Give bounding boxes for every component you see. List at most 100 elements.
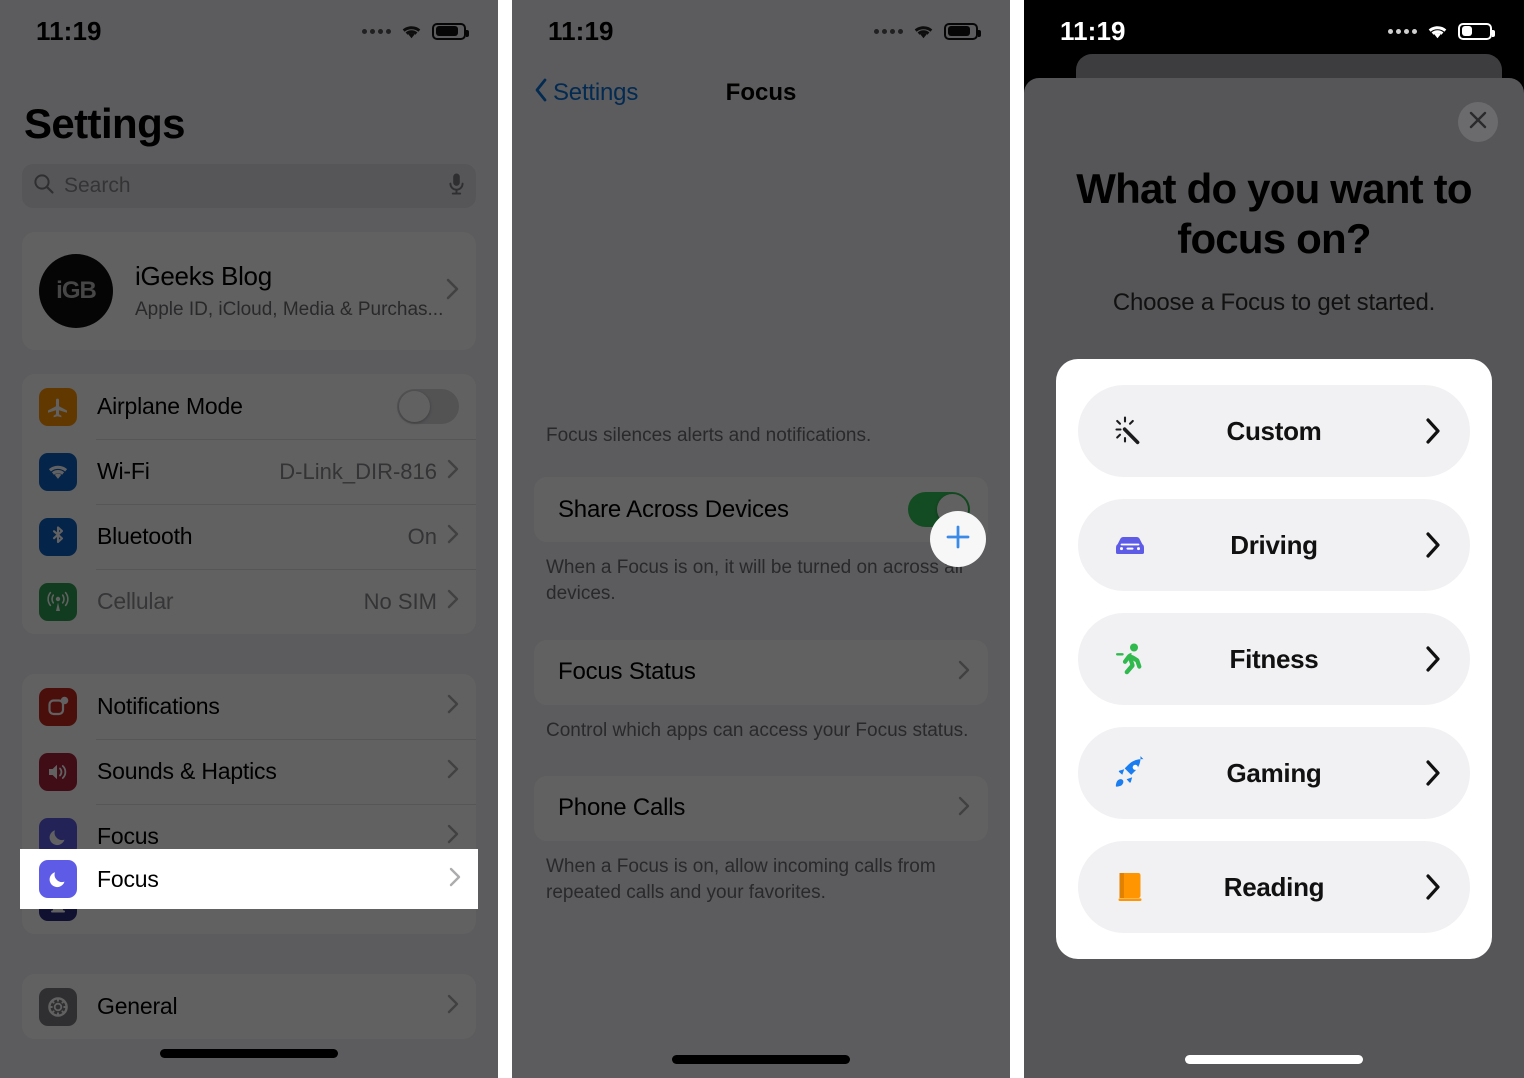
focus-status-row[interactable]: Focus Status <box>534 640 988 705</box>
status-bar-panel3: 11:19 <box>1024 0 1524 62</box>
sidebar-item-label: Airplane Mode <box>97 393 243 419</box>
phone-calls-row[interactable]: Phone Calls <box>534 776 988 841</box>
sidebar-item-label: Notifications <box>97 693 220 719</box>
highlighted-focus-row[interactable]: Focus <box>20 849 478 909</box>
home-indicator-panel2 <box>672 1055 850 1064</box>
chevron-right-icon <box>447 759 459 784</box>
chevron-right-icon <box>1394 531 1442 559</box>
gear-icon <box>39 987 77 1026</box>
focus-option-driving[interactable]: Driving <box>1078 499 1470 592</box>
settings-group-general: General <box>22 974 476 1039</box>
notifications-icon <box>39 687 77 726</box>
wifi-icon <box>912 23 935 40</box>
sidebar-item-general[interactable]: General <box>22 974 476 1039</box>
account-name: iGeeks Blog <box>135 261 272 291</box>
phone-calls-footer: When a Focus is on, allow incoming calls… <box>546 855 936 904</box>
sounds-icon <box>39 752 77 791</box>
share-across-devices-card: Share Across Devices <box>534 477 988 543</box>
car-icon <box>1106 532 1154 558</box>
status-bar-indicators <box>874 22 981 40</box>
cellular-icon <box>39 582 77 621</box>
sidebar-item-label: Sounds & Haptics <box>97 758 277 784</box>
search-icon <box>33 173 55 200</box>
moon-icon <box>39 860 77 898</box>
focus-option-label: Gaming <box>1226 757 1322 788</box>
chevron-right-icon <box>447 524 459 549</box>
sidebar-item-label: General <box>97 993 178 1019</box>
chevron-right-icon <box>447 589 459 614</box>
chevron-right-icon <box>449 867 461 892</box>
chevron-right-icon <box>447 994 459 1019</box>
close-button[interactable] <box>1458 102 1498 142</box>
sidebar-item-airplane-mode[interactable]: Airplane Mode <box>22 374 476 439</box>
wifi-value: D-Link_DIR-816 <box>279 458 437 484</box>
sidebar-item-label: Cellular <box>97 588 174 614</box>
focus-options-card: Custom Driving Fitness Gaming Reading <box>1056 359 1492 960</box>
search-placeholder: Search <box>64 174 131 197</box>
cellular-value: No SIM <box>363 588 437 614</box>
sidebar-item-notifications[interactable]: Notifications <box>22 674 476 739</box>
airplane-icon <box>39 387 77 426</box>
sidebar-item-label: Wi-Fi <box>97 458 150 484</box>
focus-option-custom[interactable]: Custom <box>1078 385 1470 478</box>
apple-id-row[interactable]: iGB iGeeks Blog Apple ID, iCloud, Media … <box>22 232 476 350</box>
focus-option-gaming[interactable]: Gaming <box>1078 727 1470 820</box>
signal-dots-icon <box>1388 28 1417 34</box>
sidebar-item-cellular[interactable]: Cellular No SIM <box>22 569 476 634</box>
status-bar-time: 11:19 <box>1060 15 1126 46</box>
microphone-icon[interactable] <box>448 172 465 201</box>
chevron-right-icon <box>1394 417 1442 445</box>
add-focus-button[interactable] <box>930 511 986 567</box>
wifi-icon <box>39 452 77 491</box>
chevron-right-icon <box>447 459 459 484</box>
sheet-subtitle: Choose a Focus to get started. <box>1112 289 1436 317</box>
rocket-icon <box>1106 756 1154 790</box>
account-card[interactable]: iGB iGeeks Blog Apple ID, iCloud, Media … <box>22 232 476 350</box>
chevron-right-icon <box>958 660 970 685</box>
sidebar-item-label: Focus <box>97 823 159 849</box>
sidebar-item-bluetooth[interactable]: Bluetooth On <box>22 504 476 569</box>
signal-dots-icon <box>362 28 391 34</box>
avatar: iGB <box>39 254 113 328</box>
running-person-icon <box>1106 642 1154 676</box>
focus-chooser-sheet: What do you want to focus on? Choose a F… <box>1024 78 1524 1078</box>
panel-focus-chooser-modal: 11:19 What do you want to focus on? Choo… <box>1024 0 1524 1078</box>
chevron-right-icon <box>1394 645 1442 673</box>
battery-icon <box>1458 22 1495 40</box>
account-subtitle: Apple ID, iCloud, Media & Purchas... <box>135 299 444 320</box>
home-indicator-panel1 <box>160 1049 338 1058</box>
phone-calls-label: Phone Calls <box>558 794 686 822</box>
share-across-devices-row[interactable]: Share Across Devices <box>534 477 988 542</box>
status-bar-panel1: 11:19 <box>0 0 498 62</box>
chevron-right-icon <box>1394 873 1442 901</box>
panel-divider-2 <box>1010 0 1024 1078</box>
wifi-icon <box>1426 23 1449 40</box>
search-input[interactable]: Search <box>22 164 476 208</box>
sidebar-item-focus[interactable]: Focus <box>20 849 478 909</box>
bluetooth-value: On <box>407 523 437 549</box>
sidebar-item-sounds-haptics[interactable]: Sounds & Haptics <box>22 739 476 804</box>
focus-option-label: Reading <box>1223 871 1325 902</box>
chevron-right-icon <box>447 824 459 849</box>
sidebar-item-label: Focus <box>97 865 159 892</box>
focus-status-label: Focus Status <box>558 658 696 686</box>
page-title: Settings <box>24 100 185 147</box>
focus-option-fitness[interactable]: Fitness <box>1078 613 1470 706</box>
phone-calls-card: Phone Calls <box>534 775 988 841</box>
focus-option-reading[interactable]: Reading <box>1078 841 1470 934</box>
focus-status-card: Focus Status <box>534 639 988 705</box>
panel-divider-1 <box>498 0 512 1078</box>
sidebar-item-wifi[interactable]: Wi-Fi D-Link_DIR-816 <box>22 439 476 504</box>
sparkle-wand-icon <box>1106 414 1154 448</box>
focus-option-label: Driving <box>1230 529 1318 560</box>
settings-group-connectivity: Airplane Mode Wi-Fi D-Link_DIR-816 Bluet… <box>22 374 476 634</box>
battery-icon <box>432 22 469 40</box>
close-icon <box>1467 109 1489 136</box>
three-panel-tutorial-screenshot: 11:19 Settings Search iGB iGeeks Blog Ap… <box>0 0 1524 1078</box>
status-bar-indicators <box>362 22 469 40</box>
share-label: Share Across Devices <box>558 495 789 523</box>
panel-focus-settings: 11:19 Settings Focus Focus silences aler… <box>512 0 1010 1078</box>
account-text: iGeeks Blog Apple ID, iCloud, Media & Pu… <box>135 261 446 321</box>
sidebar-item-label: Bluetooth <box>97 523 193 549</box>
airplane-mode-toggle[interactable] <box>397 389 459 424</box>
